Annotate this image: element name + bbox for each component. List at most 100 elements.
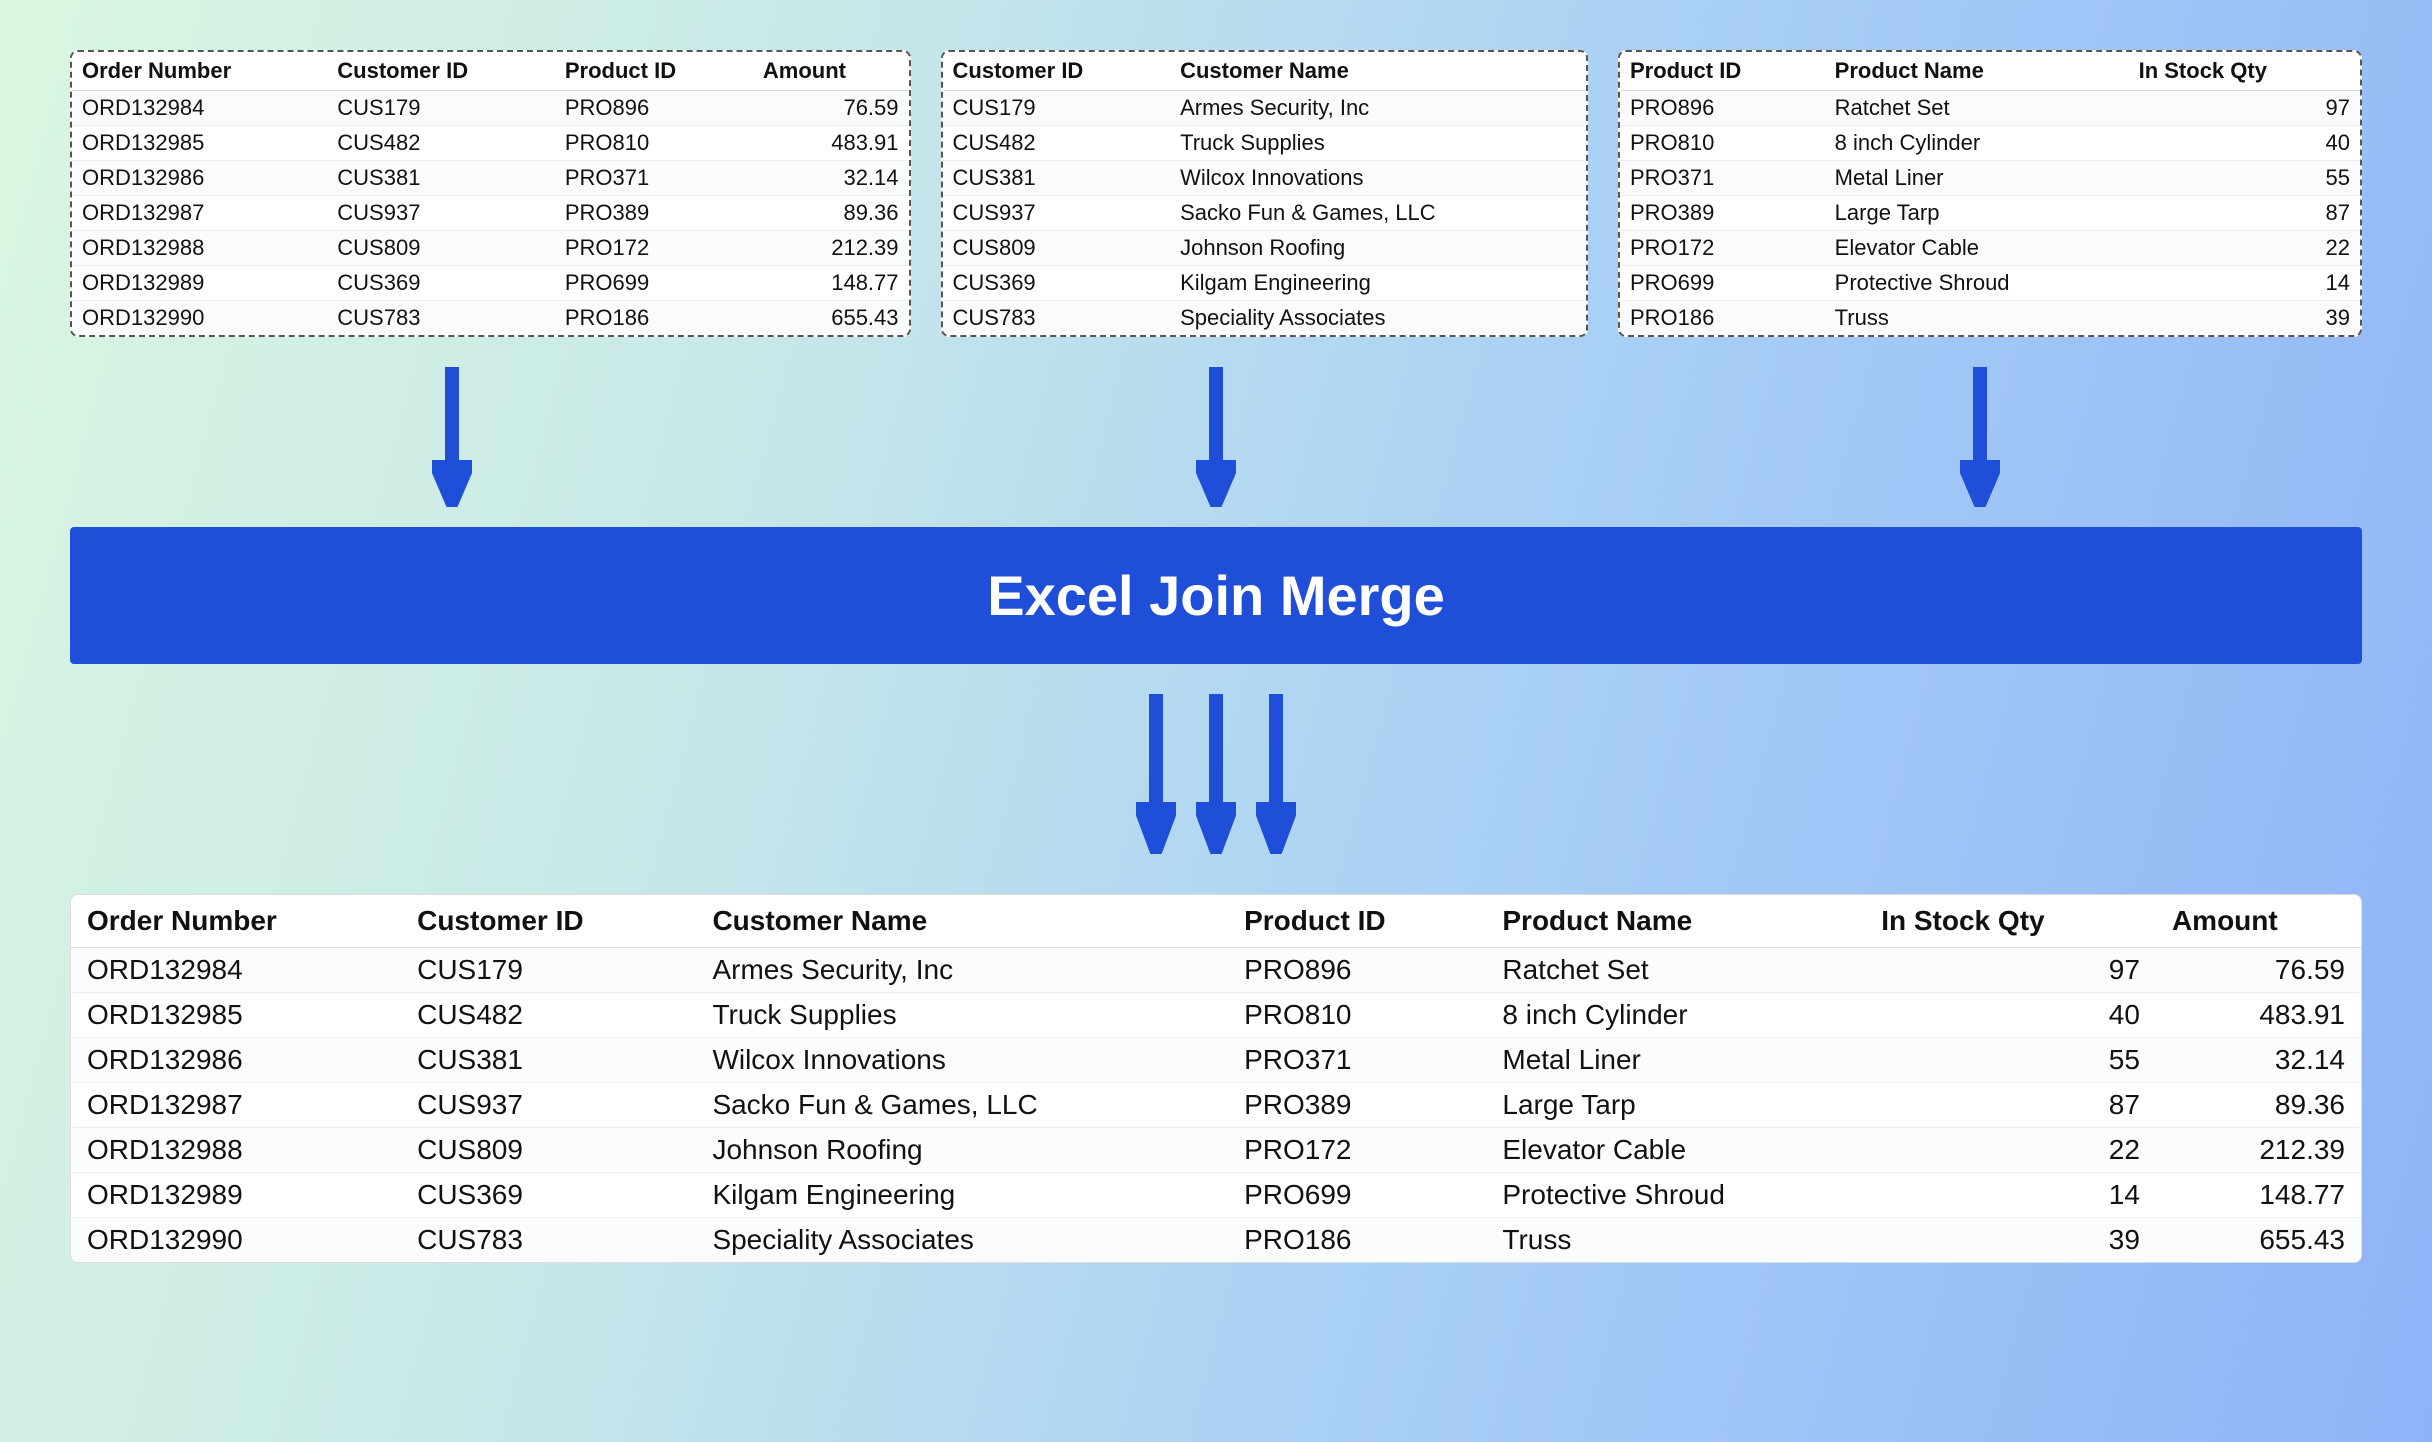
column-header: Customer ID — [943, 52, 1171, 91]
cell: ORD132987 — [71, 1083, 401, 1128]
cell: CUS482 — [327, 126, 555, 161]
arrow-down-icon — [1196, 694, 1236, 854]
cell: CUS809 — [327, 231, 555, 266]
cell: ORD132987 — [72, 196, 327, 231]
cell: 14 — [1865, 1173, 2156, 1218]
cell: 14 — [2129, 266, 2360, 301]
cell: PRO810 — [1620, 126, 1825, 161]
column-header: Amount — [2156, 895, 2361, 948]
cell: Armes Security, Inc — [696, 948, 1228, 993]
cell: 212.39 — [753, 231, 909, 266]
cell: PRO699 — [1620, 266, 1825, 301]
column-header: In Stock Qty — [1865, 895, 2156, 948]
customers-table-grid: Customer IDCustomer NameCUS179Armes Secu… — [943, 52, 1586, 335]
cell: 97 — [2129, 91, 2360, 126]
arrow-down-icon — [1136, 694, 1176, 854]
mid-arrows-row — [70, 694, 2362, 854]
column-header: In Stock Qty — [2129, 52, 2360, 91]
table-row: ORD132984CUS179Armes Security, IncPRO896… — [71, 948, 2361, 993]
cell: ORD132988 — [72, 231, 327, 266]
cell: 655.43 — [753, 301, 909, 336]
cell: ORD132985 — [72, 126, 327, 161]
cell: 483.91 — [753, 126, 909, 161]
cell: 22 — [2129, 231, 2360, 266]
cell: PRO389 — [1620, 196, 1825, 231]
cell: PRO699 — [555, 266, 753, 301]
table-row: PRO186Truss39 — [1620, 301, 2360, 336]
cell: Sacko Fun & Games, LLC — [696, 1083, 1228, 1128]
arrow-down-icon — [432, 367, 472, 507]
cell: Protective Shroud — [1825, 266, 2129, 301]
cell: Elevator Cable — [1486, 1128, 1865, 1173]
cell: Wilcox Innovations — [1170, 161, 1586, 196]
result-table-grid: Order NumberCustomer IDCustomer NameProd… — [71, 895, 2361, 1262]
cell: 87 — [2129, 196, 2360, 231]
products-table: Product IDProduct NameIn Stock QtyPRO896… — [1618, 50, 2362, 337]
table-row: ORD132989CUS369Kilgam EngineeringPRO699P… — [71, 1173, 2361, 1218]
cell: Truck Supplies — [696, 993, 1228, 1038]
cell: CUS179 — [327, 91, 555, 126]
column-header: Customer Name — [696, 895, 1228, 948]
table-row: PRO699Protective Shroud14 — [1620, 266, 2360, 301]
table-row: ORD132987CUS937PRO38989.36 — [72, 196, 909, 231]
table-row: ORD132984CUS179PRO89676.59 — [72, 91, 909, 126]
cell: ORD132984 — [71, 948, 401, 993]
cell: Large Tarp — [1825, 196, 2129, 231]
column-header: Customer Name — [1170, 52, 1586, 91]
cell: Speciality Associates — [1170, 301, 1586, 336]
orders-table: Order NumberCustomer IDProduct IDAmountO… — [70, 50, 911, 337]
cell: 40 — [1865, 993, 2156, 1038]
table-row: ORD132988CUS809PRO172212.39 — [72, 231, 909, 266]
table-row: ORD132986CUS381PRO37132.14 — [72, 161, 909, 196]
cell: PRO371 — [1620, 161, 1825, 196]
cell: ORD132986 — [72, 161, 327, 196]
table-row: PRO8108 inch Cylinder40 — [1620, 126, 2360, 161]
cell: 55 — [2129, 161, 2360, 196]
cell: 89.36 — [2156, 1083, 2361, 1128]
cell: CUS179 — [943, 91, 1171, 126]
cell: Large Tarp — [1486, 1083, 1865, 1128]
cell: CUS937 — [943, 196, 1171, 231]
cell: Truss — [1825, 301, 2129, 336]
cell: 212.39 — [2156, 1128, 2361, 1173]
cell: PRO371 — [555, 161, 753, 196]
cell: ORD132984 — [72, 91, 327, 126]
cell: 8 inch Cylinder — [1486, 993, 1865, 1038]
cell: Truss — [1486, 1218, 1865, 1263]
cell: ORD132990 — [72, 301, 327, 336]
cell: PRO810 — [555, 126, 753, 161]
cell: PRO371 — [1228, 1038, 1486, 1083]
cell: 32.14 — [2156, 1038, 2361, 1083]
cell: CUS937 — [401, 1083, 696, 1128]
column-header: Product ID — [555, 52, 753, 91]
table-row: CUS783Speciality Associates — [943, 301, 1586, 336]
table-row: PRO371Metal Liner55 — [1620, 161, 2360, 196]
top-arrows-row — [70, 367, 2362, 507]
cell: Wilcox Innovations — [696, 1038, 1228, 1083]
cell: PRO810 — [1228, 993, 1486, 1038]
table-row: ORD132987CUS937Sacko Fun & Games, LLCPRO… — [71, 1083, 2361, 1128]
cell: PRO172 — [1228, 1128, 1486, 1173]
column-header: Product Name — [1825, 52, 2129, 91]
cell: CUS369 — [943, 266, 1171, 301]
cell: CUS937 — [327, 196, 555, 231]
cell: PRO896 — [555, 91, 753, 126]
cell: 32.14 — [753, 161, 909, 196]
table-row: PRO896Ratchet Set97 — [1620, 91, 2360, 126]
cell: ORD132986 — [71, 1038, 401, 1083]
column-header: Product ID — [1620, 52, 1825, 91]
source-tables-row: Order NumberCustomer IDProduct IDAmountO… — [70, 50, 2362, 337]
cell: 22 — [1865, 1128, 2156, 1173]
cell: 655.43 — [2156, 1218, 2361, 1263]
cell: 39 — [1865, 1218, 2156, 1263]
cell: PRO172 — [1620, 231, 1825, 266]
cell: CUS369 — [327, 266, 555, 301]
cell: ORD132990 — [71, 1218, 401, 1263]
table-row: CUS179Armes Security, Inc — [943, 91, 1586, 126]
cell: 76.59 — [753, 91, 909, 126]
table-row: ORD132990CUS783PRO186655.43 — [72, 301, 909, 336]
cell: PRO389 — [1228, 1083, 1486, 1128]
cell: PRO186 — [555, 301, 753, 336]
cell: 8 inch Cylinder — [1825, 126, 2129, 161]
table-row: CUS482Truck Supplies — [943, 126, 1586, 161]
